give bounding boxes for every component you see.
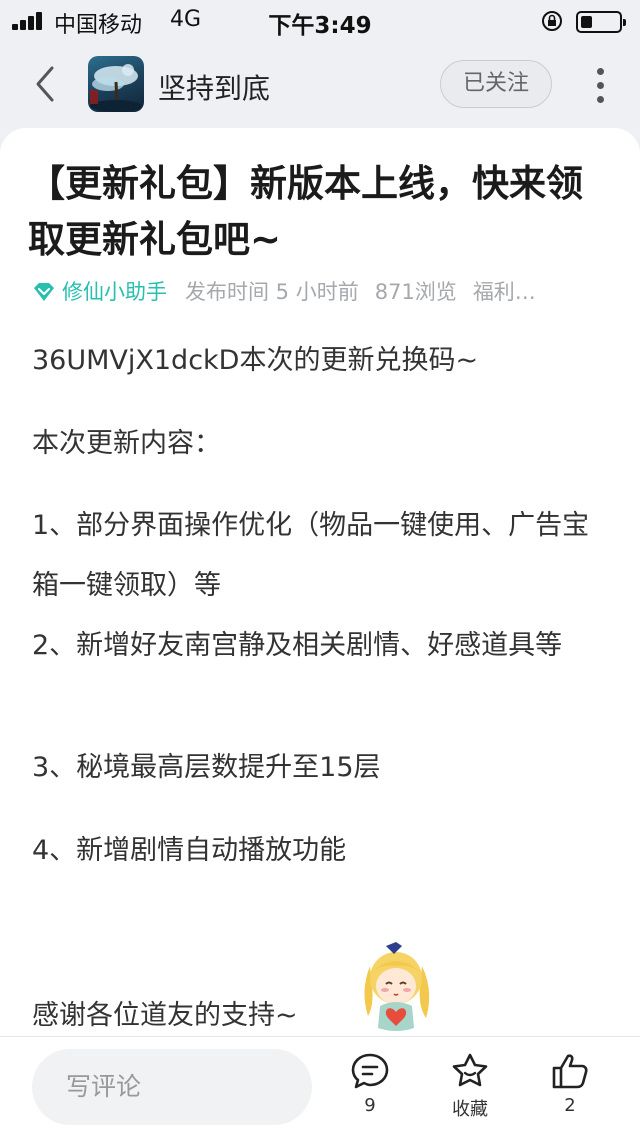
- chevron-left-icon[interactable]: [30, 64, 60, 104]
- author-name[interactable]: 修仙小助手: [62, 280, 167, 304]
- status-bar: 中国移动 4G 下午3:49: [0, 0, 640, 40]
- article-tag[interactable]: 福利…: [473, 280, 536, 304]
- mascot-sticker: [364, 942, 430, 1031]
- thumbs-up-icon: [552, 1054, 588, 1089]
- channel-avatar[interactable]: [88, 56, 144, 112]
- update-heading: 本次更新内容：: [32, 428, 221, 459]
- update-item-3: 3、秘境最高层数提升至15层: [32, 752, 381, 783]
- article-card: 【更新礼包】新版本上线，快来领取更新礼包吧~ 修仙小助手 发布时间 5 小时前 87…: [0, 128, 640, 1136]
- favorite-label: 收藏: [452, 1099, 488, 1120]
- nav-bar: 坚持到底 已关注: [0, 40, 640, 130]
- diamond-icon: [34, 283, 54, 301]
- bottom-action-bar: 写评论 9 收藏 2: [0, 1036, 640, 1136]
- update-item-2: 2、新增好友南宫静及相关剧情、好感道具等: [32, 630, 563, 661]
- publish-time: 发布时间 5 小时前: [185, 280, 359, 304]
- battery-icon: [576, 11, 626, 33]
- like-button[interactable]: 2: [540, 1051, 600, 1131]
- update-item-1: 1、部分界面操作优化（物品一键使用、广告宝箱一键领取）等: [32, 510, 590, 601]
- comment-button[interactable]: 9: [340, 1051, 400, 1131]
- view-count: 871浏览: [374, 280, 457, 304]
- follow-button[interactable]: 已关注: [440, 60, 552, 108]
- star-icon: [452, 1053, 488, 1087]
- favorite-button[interactable]: 收藏: [440, 1051, 500, 1131]
- article-title: 【更新礼包】新版本上线，快来领取更新礼包吧~: [28, 162, 583, 261]
- rotation-lock-icon: [542, 11, 562, 31]
- more-vertical-icon[interactable]: [592, 68, 608, 104]
- channel-name[interactable]: 坚持到底: [158, 67, 270, 107]
- comment-icon: [351, 1053, 389, 1089]
- redeem-code-paragraph: 36UMVjX1dckD本次的更新兑换码~: [32, 345, 479, 376]
- update-item-4: 4、新增剧情自动播放功能: [32, 835, 347, 866]
- article-meta: 修仙小助手 发布时间 5 小时前 871浏览 福利…: [32, 276, 612, 306]
- comment-input[interactable]: 写评论: [32, 1049, 312, 1125]
- like-count: 2: [564, 1095, 576, 1116]
- comment-count: 9: [364, 1095, 376, 1116]
